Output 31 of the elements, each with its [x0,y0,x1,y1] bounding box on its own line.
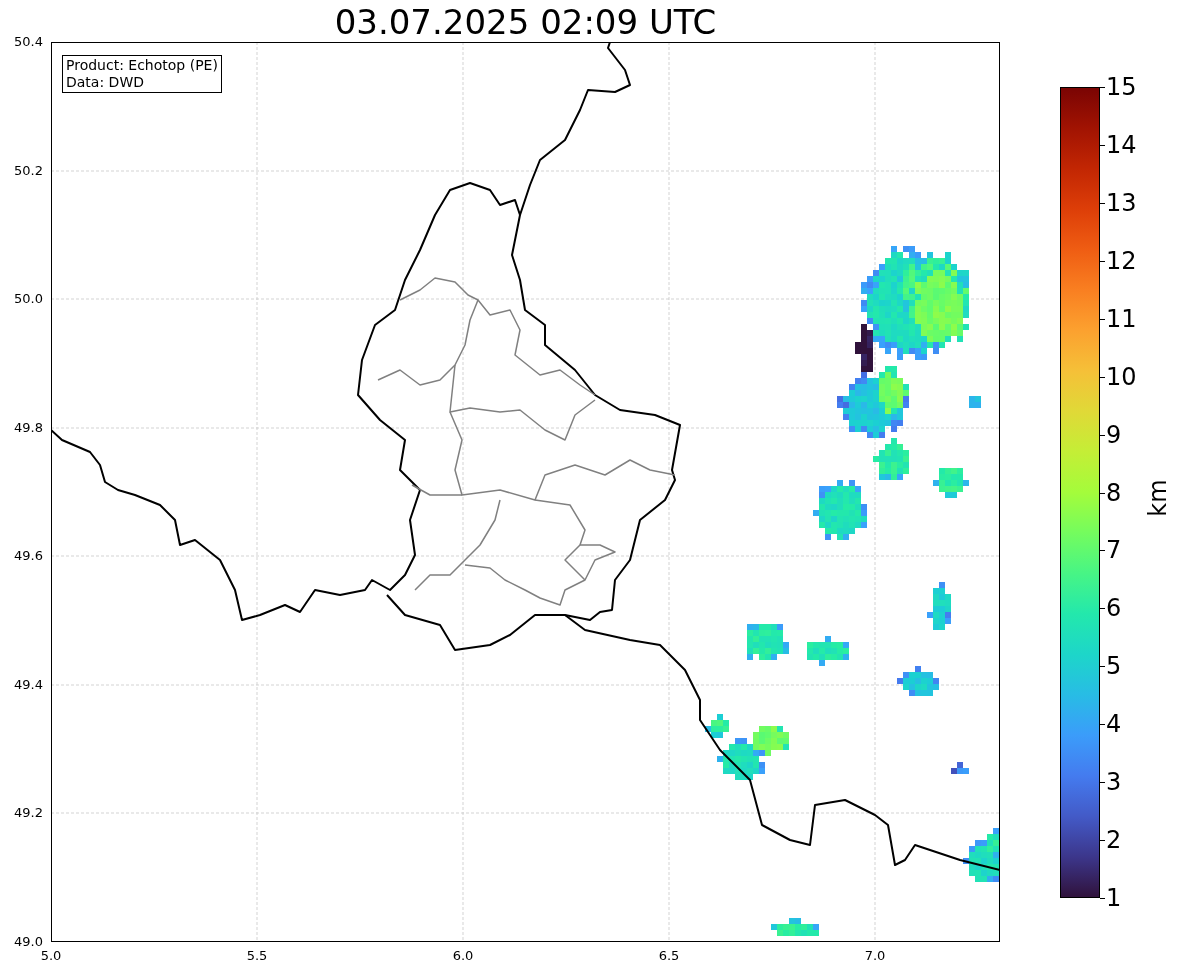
colorbar-tick-label: 6 [1106,594,1122,623]
colorbar-tick-label: 10 [1106,362,1137,391]
x-tick-label: 7.0 [863,948,887,964]
colorbar-tick-label: 9 [1106,420,1122,449]
colorbar-tick-label: 15 [1106,73,1137,101]
colorbar-tick-label: 12 [1106,246,1137,275]
colorbar-tick-label: 11 [1106,304,1137,333]
y-tick-label: 49.2 [13,805,43,821]
colorbar-tick-label: 7 [1106,536,1122,565]
y-tick-label: 49.4 [13,677,43,693]
colorbar-tick-label: 14 [1106,130,1137,159]
y-tick-label: 50.2 [13,163,43,179]
y-tick-label: 49.8 [13,420,43,436]
chart-title: 03.07.2025 02:09 UTC [333,2,718,42]
colorbar-tick-label: 2 [1106,826,1122,855]
x-tick-label: 5.0 [39,948,63,964]
colorbar-tick-label: 1 [1106,884,1122,912]
y-tick-label: 49.0 [13,934,43,950]
x-tick-label: 5.5 [245,948,269,964]
info-box: Product: Echotop (PE) Data: DWD [62,55,222,93]
y-tick-label: 50.4 [13,34,43,50]
x-tick-label: 6.0 [451,948,475,964]
colorbar-tick-label: 3 [1106,768,1122,797]
colorbar-label: km [1144,478,1172,518]
colorbar-tick-label: 5 [1106,652,1122,681]
y-tick-label: 49.6 [13,548,43,564]
x-tick-label: 6.5 [657,948,681,964]
colorbar-tick-label: 4 [1106,710,1122,739]
colorbar-tick-label: 8 [1106,478,1122,507]
colorbar-tick-label: 13 [1106,188,1137,217]
y-tick-label: 50.0 [13,291,43,307]
